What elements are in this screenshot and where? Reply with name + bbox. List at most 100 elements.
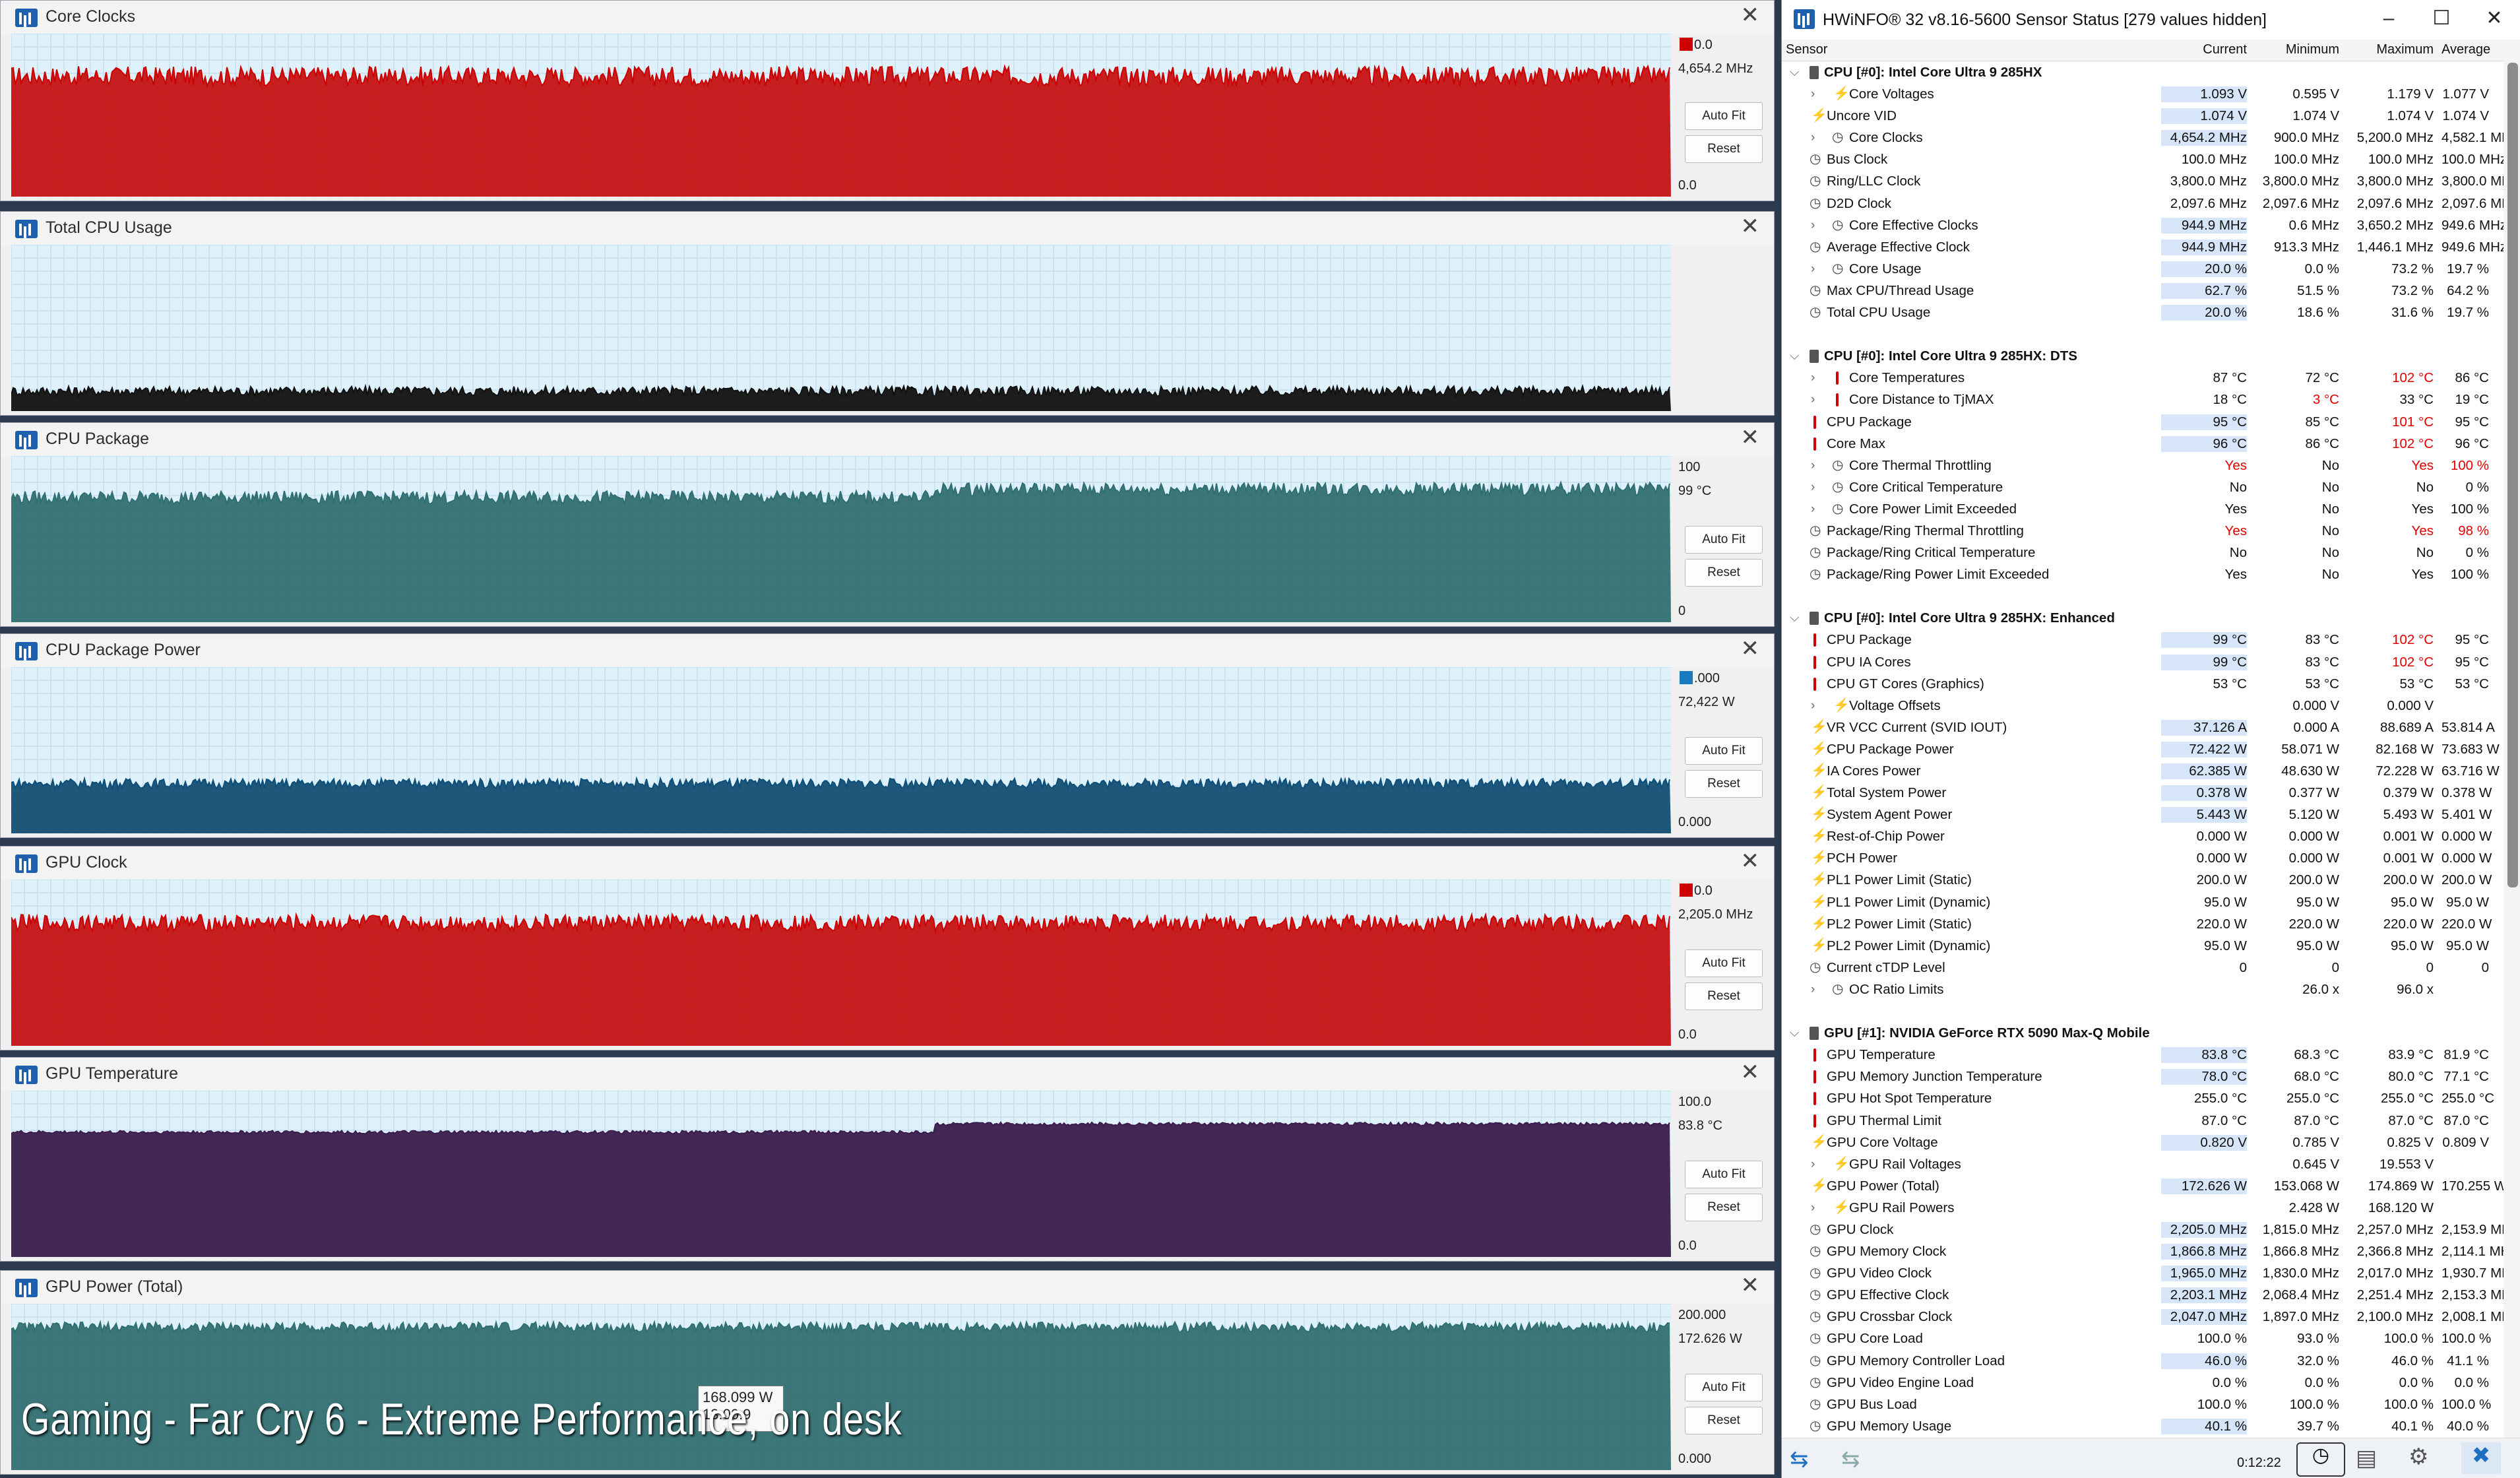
close-icon[interactable]: ✕: [1741, 1060, 1760, 1084]
sensor-row[interactable]: ⚡ PL1 Power Limit (Dynamic) 95.0 W 95.0 W 95…: [1782, 891, 2501, 913]
sensor-row[interactable]: ⚡ System Agent Power 5.443 W 5.120 W 5.493 W…: [1782, 804, 2501, 825]
clock-icon[interactable]: ◷: [2296, 1442, 2345, 1477]
sensor-row[interactable]: CPU Package 95 °C 85 °C 101 °C 95 °C: [1782, 411, 2501, 433]
sensor-row[interactable]: ⚡ Uncore VID 1.074 V 1.074 V 1.074 V 1.074 V: [1782, 105, 2501, 127]
chevron-down-icon[interactable]: ⌵: [1790, 1026, 1799, 1041]
sensor-row[interactable]: GPU Memory Junction Temperature 78.0 °C 68…: [1782, 1066, 2501, 1087]
graph-titlebar[interactable]: Total CPU Usage ✕: [1, 212, 1774, 245]
sensor-row[interactable]: GPU Temperature 83.8 °C 68.3 °C 83.9 °C 81.9…: [1782, 1044, 2501, 1066]
sensor-row[interactable]: › ⚡ Core Voltages 1.093 V 0.595 V 1.179 V 1.07…: [1782, 83, 2501, 105]
sensor-group-header[interactable]: ⌵ CPU [#0]: Intel Core Ultra 9 285HX: Enh…: [1782, 607, 2501, 629]
sensor-row[interactable]: › ⚡ GPU Rail Powers 2.428 W 168.120 W: [1782, 1197, 2501, 1219]
auto-fit-button[interactable]: Auto Fit: [1685, 525, 1763, 554]
sensor-group-header[interactable]: ⌵ CPU [#0]: Intel Core Ultra 9 285HX: [1782, 61, 2501, 83]
sensor-row[interactable]: CPU Package 99 °C 83 °C 102 °C 95 °C: [1782, 629, 2501, 651]
sensor-row[interactable]: ◷ Package/Ring Thermal Throttling Yes No Yes…: [1782, 520, 2501, 542]
auto-fit-button[interactable]: Auto Fit: [1685, 1160, 1763, 1188]
sensor-row[interactable]: ◷ Current cTDP Level 0 0 0 0: [1782, 957, 2501, 979]
col-maximum[interactable]: Maximum: [2348, 42, 2434, 57]
auto-fit-button[interactable]: Auto Fit: [1685, 102, 1763, 130]
sensor-row[interactable]: ◷ Package/Ring Critical Temperature No No No…: [1782, 542, 2501, 563]
report-icon[interactable]: ▤: [2356, 1445, 2377, 1471]
chevron-right-icon[interactable]: ›: [1811, 1201, 1815, 1215]
sensor-row[interactable]: ⚡ PCH Power 0.000 W 0.000 W 0.001 W 0.000 W: [1782, 847, 2501, 869]
sensor-row[interactable]: ◷ GPU Video Clock 1,965.0 MHz 1,830.0 MHz 2,…: [1782, 1262, 2518, 1284]
sensor-row[interactable]: GPU Hot Spot Temperature 255.0 °C 255.0 °C…: [1782, 1087, 2501, 1109]
graph-window[interactable]: GPU Temperature ✕ 100.0 83.8 °C 0.0 Auto Fit R…: [0, 1057, 1775, 1262]
reset-button[interactable]: Reset: [1685, 558, 1763, 587]
reset-button[interactable]: Reset: [1685, 1193, 1763, 1221]
graph-window[interactable]: CPU Package ✕ 100 99 °C 0 Auto Fit Reset: [0, 422, 1775, 627]
sensor-row[interactable]: › ◷ Core Power Limit Exceeded Yes No Yes 100 %: [1782, 498, 2501, 520]
series-color-swatch[interactable]: [1680, 671, 1693, 684]
reset-button[interactable]: Reset: [1685, 135, 1763, 163]
chevron-right-icon[interactable]: ›: [1811, 1157, 1815, 1172]
sensor-group-header[interactable]: ⌵ GPU [#1]: NVIDIA GeForce RTX 5090 Max-Q…: [1782, 1022, 2501, 1044]
close-icon[interactable]: ✕: [1741, 3, 1760, 27]
sensor-row[interactable]: › ◷ Core Effective Clocks 944.9 MHz 0.6 MHz 3…: [1782, 214, 2507, 236]
sensor-row[interactable]: ⚡ GPU Power (Total) 172.626 W 153.068 W 174.…: [1782, 1175, 2507, 1197]
sensor-row[interactable]: › ◷ OC Ratio Limits 26.0 x 96.0 x: [1782, 979, 2501, 1000]
chevron-right-icon[interactable]: ›: [1811, 262, 1815, 276]
sensor-row[interactable]: ◷ GPU Crossbar Clock 2,047.0 MHz 1,897.0 MH…: [1782, 1306, 2518, 1328]
sensor-row[interactable]: ⚡ Rest-of-Chip Power 0.000 W 0.000 W 0.001 W…: [1782, 825, 2501, 847]
sensor-row[interactable]: › Core Temperatures 87 °C 72 °C 102 °C 86 °C: [1782, 367, 2501, 389]
sensor-row[interactable]: › Core Distance to TjMAX 18 °C 3 °C 33 °C 19 …: [1782, 389, 2501, 410]
sensor-row[interactable]: CPU IA Cores 99 °C 83 °C 102 °C 95 °C: [1782, 651, 2501, 673]
sensor-row[interactable]: › ◷ Core Clocks 4,654.2 MHz 900.0 MHz 5,200.0…: [1782, 127, 2518, 148]
sensor-row[interactable]: CPU GT Cores (Graphics) 53 °C 53 °C 53 °C 53…: [1782, 673, 2501, 695]
sensor-row[interactable]: ◷ GPU Memory Controller Load 46.0 % 32.0 % 4…: [1782, 1350, 2501, 1372]
graph-titlebar[interactable]: GPU Power (Total) ✕: [1, 1271, 1774, 1304]
chevron-right-icon[interactable]: ›: [1811, 480, 1815, 495]
sensor-row[interactable]: ◷ GPU Clock 2,205.0 MHz 1,815.0 MHz 2,257.0 …: [1782, 1219, 2518, 1240]
graph-window[interactable]: CPU Package Power ✕ .000 72,422 W 0.000 Auto …: [0, 633, 1775, 838]
auto-fit-button[interactable]: Auto Fit: [1685, 949, 1763, 977]
sensor-row[interactable]: › ⚡ Voltage Offsets 0.000 V 0.000 V: [1782, 695, 2501, 717]
close-icon[interactable]: ✕: [1741, 849, 1760, 873]
col-average[interactable]: Average: [2441, 42, 2490, 57]
chevron-down-icon[interactable]: ⌵: [1790, 611, 1799, 626]
graph-titlebar[interactable]: GPU Temperature ✕: [1, 1058, 1774, 1091]
minimize-icon[interactable]: –: [2369, 4, 2409, 33]
chevron-right-icon[interactable]: ›: [1811, 699, 1815, 713]
sensor-row[interactable]: ◷ GPU Video Engine Load 0.0 % 0.0 % 0.0 % 0.0…: [1782, 1372, 2501, 1394]
sensor-row[interactable]: › ◷ Core Usage 20.0 % 0.0 % 73.2 % 19.7 %: [1782, 258, 2501, 280]
graph-window[interactable]: Core Clocks ✕ 0.0 4,654.2 MHz 0.0 Auto Fit Res…: [0, 0, 1775, 201]
sensor-row[interactable]: › ⚡ GPU Rail Voltages 0.645 V 19.553 V: [1782, 1153, 2501, 1175]
reset-button[interactable]: Reset: [1685, 769, 1763, 798]
col-minimum[interactable]: Minimum: [2253, 42, 2339, 57]
chevron-right-icon[interactable]: ›: [1811, 459, 1815, 473]
sensor-row[interactable]: GPU Thermal Limit 87.0 °C 87.0 °C 87.0 °C 87…: [1782, 1110, 2501, 1132]
arrows-right-icon[interactable]: ⇆: [1841, 1446, 1860, 1473]
graph-titlebar[interactable]: CPU Package Power ✕: [1, 634, 1774, 667]
sensor-row[interactable]: ⚡ PL2 Power Limit (Static) 220.0 W 220.0 W 2…: [1782, 913, 2501, 935]
graph-window[interactable]: GPU Clock ✕ 0.0 2,205.0 MHz 0.0 Auto Fit Reset: [0, 846, 1775, 1050]
graph-window[interactable]: Total CPU Usage ✕: [0, 211, 1775, 416]
sensor-group-header[interactable]: ⌵ CPU [#0]: Intel Core Ultra 9 285HX: DTS: [1782, 345, 2501, 367]
sensor-row[interactable]: ⚡ PL2 Power Limit (Dynamic) 95.0 W 95.0 W 95…: [1782, 935, 2501, 957]
chevron-right-icon[interactable]: ›: [1811, 131, 1815, 145]
graph-titlebar[interactable]: Core Clocks ✕: [1, 1, 1774, 34]
series-color-swatch[interactable]: [1680, 884, 1693, 897]
chevron-down-icon[interactable]: ⌵: [1790, 65, 1799, 80]
close-icon[interactable]: ✕: [1741, 426, 1760, 449]
exit-icon[interactable]: ✖: [2461, 1442, 2501, 1474]
chevron-right-icon[interactable]: ›: [1811, 502, 1815, 517]
reset-button[interactable]: Reset: [1685, 1406, 1763, 1434]
maximize-icon[interactable]: ☐: [2422, 4, 2461, 33]
arrows-left-icon[interactable]: ⇆: [1790, 1446, 1809, 1473]
sensor-row[interactable]: ◷ D2D Clock 2,097.6 MHz 2,097.6 MHz 2,097.6 …: [1782, 193, 2518, 214]
close-icon[interactable]: ✕: [1741, 1273, 1760, 1297]
chevron-right-icon[interactable]: ›: [1811, 371, 1815, 385]
sensor-row[interactable]: ⚡ IA Cores Power 62.385 W 48.630 W 72.228 W 6…: [1782, 760, 2501, 782]
close-icon[interactable]: ✕: [1741, 214, 1760, 238]
sensor-row[interactable]: ◷ Average Effective Clock 944.9 MHz 913.3 M…: [1782, 236, 2507, 258]
sensor-row[interactable]: ⚡ Total System Power 0.378 W 0.377 W 0.379 W…: [1782, 782, 2501, 804]
sensor-row[interactable]: › ◷ Core Critical Temperature No No No 0 %: [1782, 476, 2501, 498]
chevron-right-icon[interactable]: ›: [1811, 87, 1815, 102]
auto-fit-button[interactable]: Auto Fit: [1685, 1373, 1763, 1401]
sensor-row[interactable]: ◷ Package/Ring Power Limit Exceeded Yes No Y…: [1782, 563, 2501, 585]
settings-icon[interactable]: ⚙: [2409, 1444, 2428, 1470]
sensor-row[interactable]: ◷ Max CPU/Thread Usage 62.7 % 51.5 % 73.2 % 6…: [1782, 280, 2501, 302]
series-color-swatch[interactable]: [1680, 38, 1693, 51]
